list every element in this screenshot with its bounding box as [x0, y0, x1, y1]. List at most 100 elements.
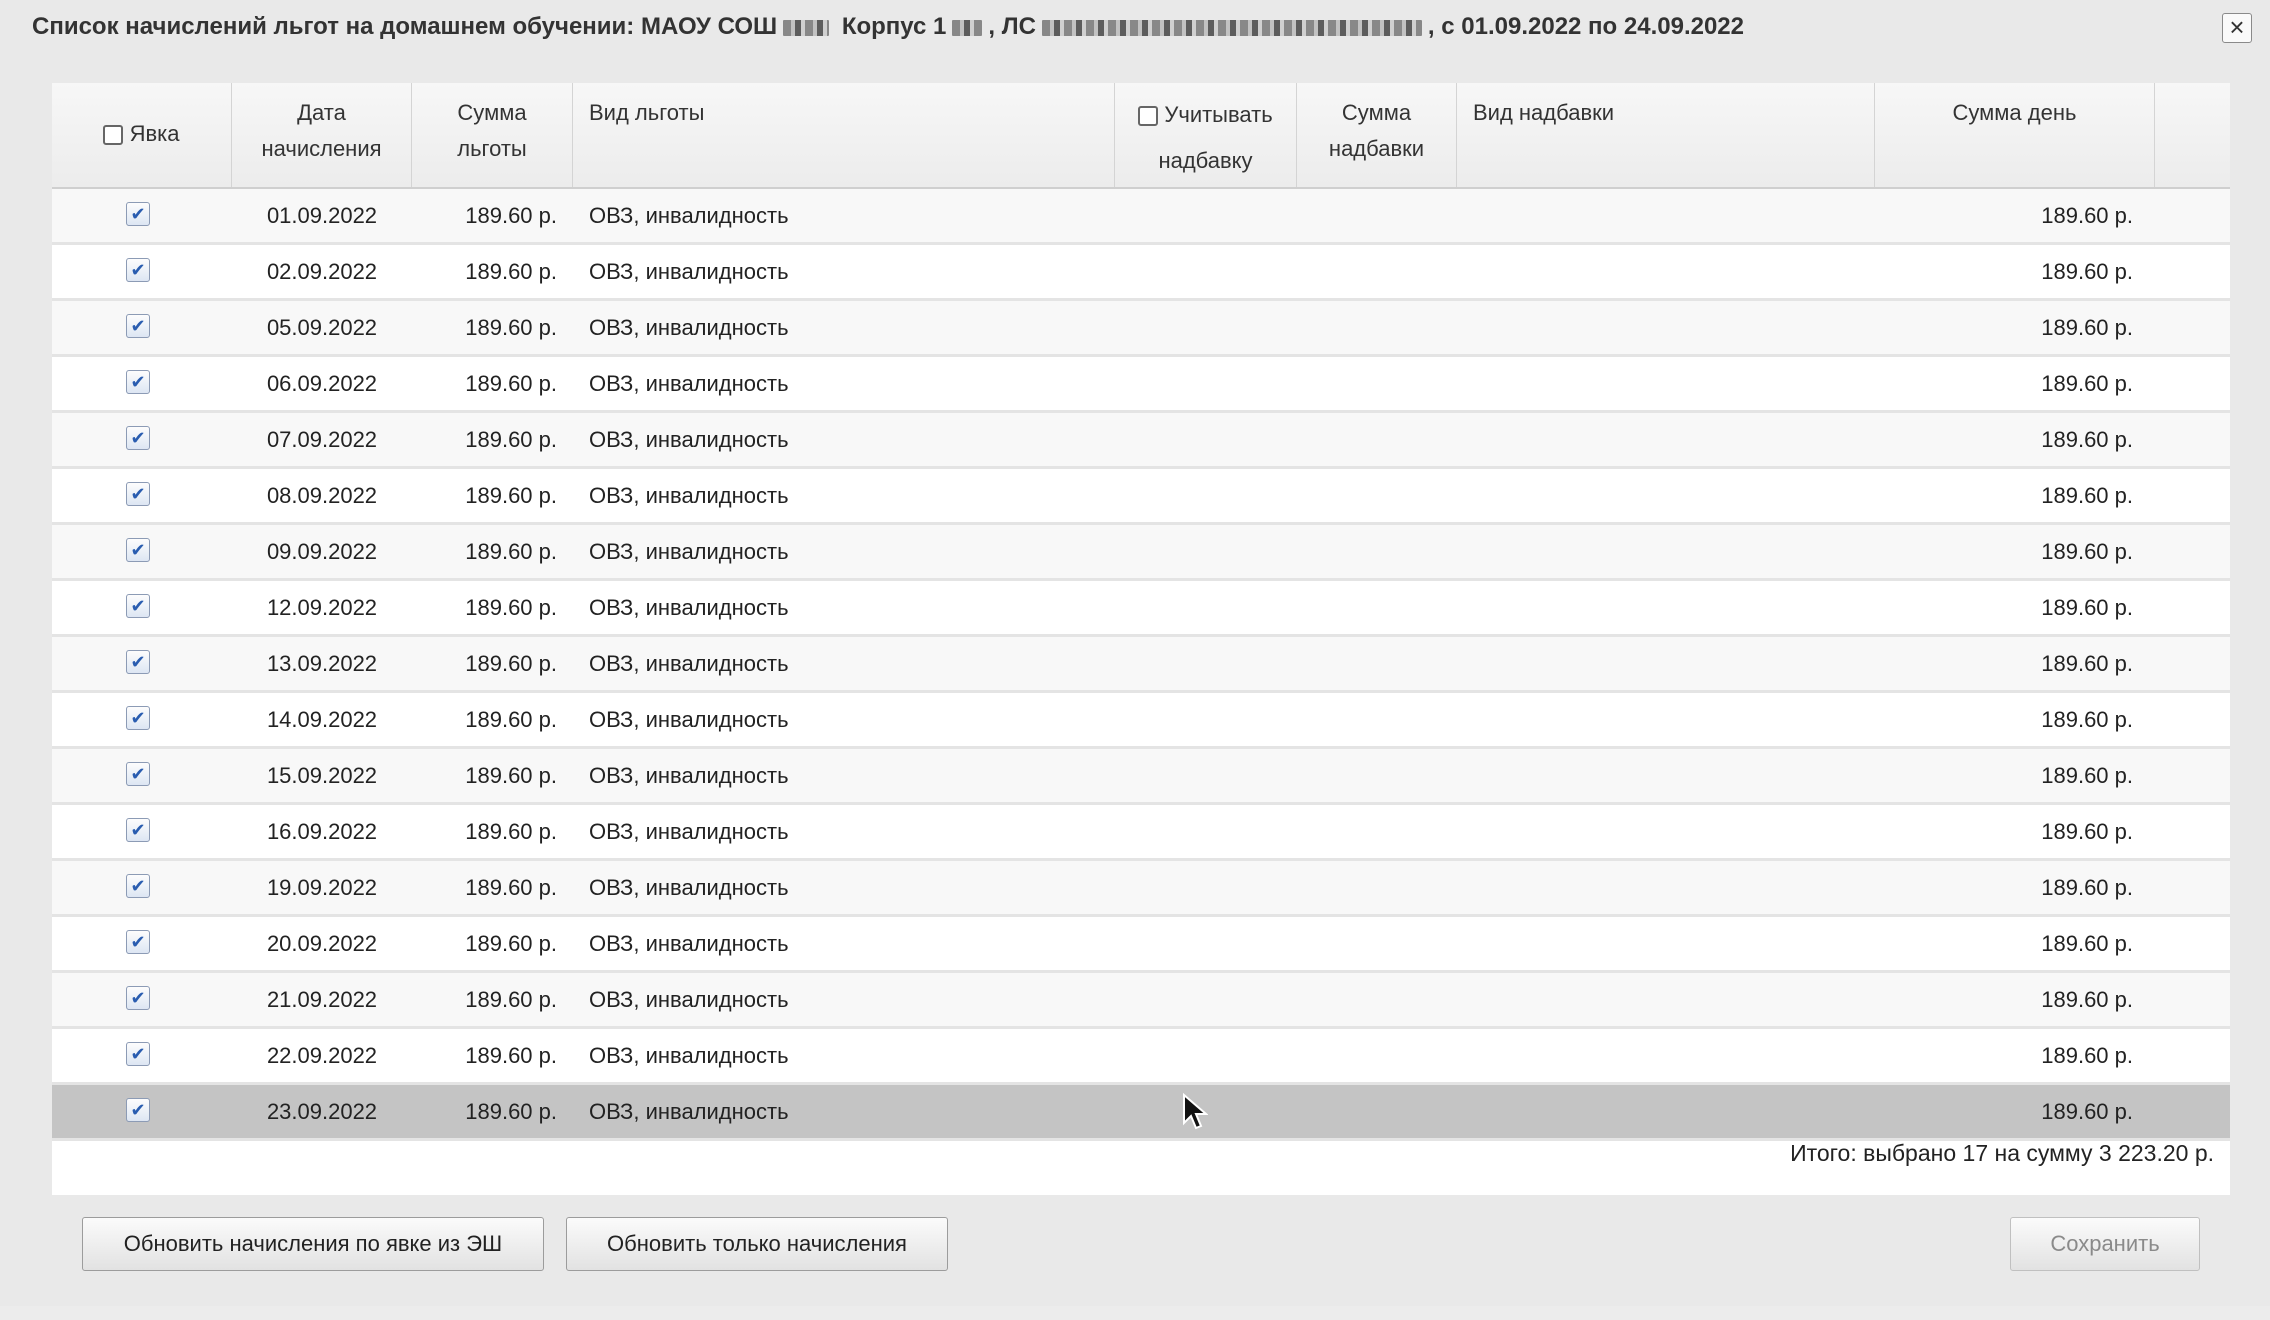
cell-day-sum: 189.60 р. — [2041, 875, 2133, 900]
attendance-checkbox[interactable]: ✔ — [126, 762, 150, 786]
table-row[interactable]: ✔ 23.09.2022 189.60 р. ОВЗ, инвалидность 189… — [52, 1085, 2230, 1141]
attendance-checkbox[interactable]: ✔ — [126, 258, 150, 282]
cell-day-sum: 189.60 р. — [2041, 819, 2133, 844]
table-row[interactable]: ✔ 13.09.2022 189.60 р. ОВЗ, инвалидность 189… — [52, 637, 2230, 693]
attendance-checkbox[interactable]: ✔ — [126, 986, 150, 1010]
table-row[interactable]: ✔ 06.09.2022 189.60 р. ОВЗ, инвалидность 189… — [52, 357, 2230, 413]
cell-date: 07.09.2022 — [266, 427, 378, 452]
column-header-benefit-type[interactable]: Вид льготы — [573, 83, 1115, 187]
cell-benefit-type: ОВЗ, инвалидность — [589, 1099, 789, 1124]
cell-day-sum: 189.60 р. — [2041, 371, 2133, 396]
attendance-checkbox[interactable]: ✔ — [126, 1098, 150, 1122]
cell-benefit-sum: 189.60 р. — [465, 1043, 557, 1068]
cell-date: 16.09.2022 — [266, 819, 378, 844]
table-row[interactable]: ✔ 15.09.2022 189.60 р. ОВЗ, инвалидность 189… — [52, 749, 2230, 805]
cell-day-sum: 189.60 р. — [2041, 595, 2133, 620]
table-row[interactable]: ✔ 05.09.2022 189.60 р. ОВЗ, инвалидность 189… — [52, 301, 2230, 357]
cell-benefit-sum: 189.60 р. — [465, 203, 557, 228]
cell-day-sum: 189.60 р. — [2041, 1043, 2133, 1068]
redacted-text — [783, 19, 830, 36]
table-row[interactable]: ✔ 21.09.2022 189.60 р. ОВЗ, инвалидность 189… — [52, 973, 2230, 1029]
cell-benefit-sum: 189.60 р. — [465, 819, 557, 844]
cell-benefit-sum: 189.60 р. — [465, 875, 557, 900]
cell-day-sum: 189.60 р. — [2041, 763, 2133, 788]
attendance-checkbox[interactable]: ✔ — [126, 930, 150, 954]
cell-benefit-sum: 189.60 р. — [465, 595, 557, 620]
total-summary: Итого: выбрано 17 на сумму 3 223.20 р. — [1790, 1140, 2214, 1166]
table-row[interactable]: ✔ 12.09.2022 189.60 р. ОВЗ, инвалидность 189… — [52, 581, 2230, 637]
close-button[interactable]: × — [2222, 13, 2252, 43]
cell-benefit-type: ОВЗ, инвалидность — [589, 371, 789, 396]
column-header-benefit-sum[interactable]: Сумма льготы — [412, 83, 573, 187]
column-benefit-sum-label-1: Сумма — [457, 100, 527, 125]
cell-day-sum: 189.60 р. — [2041, 427, 2133, 452]
column-benefit-sum-label-2: льготы — [457, 136, 527, 161]
table-row[interactable]: ✔ 20.09.2022 189.60 р. ОВЗ, инвалидность 189… — [52, 917, 2230, 973]
attendance-checkbox[interactable]: ✔ — [126, 426, 150, 450]
cell-day-sum: 189.60 р. — [2041, 1099, 2133, 1124]
cell-date: 15.09.2022 — [266, 763, 378, 788]
mouse-pointer-icon — [1183, 1093, 1208, 1130]
grid-header: Явка Дата начисления Сумма льготы Вид ль… — [52, 83, 2230, 189]
cell-day-sum: 189.60 р. — [2041, 987, 2133, 1012]
cell-benefit-sum: 189.60 р. — [465, 931, 557, 956]
attendance-checkbox[interactable]: ✔ — [126, 818, 150, 842]
cell-benefit-sum: 189.60 р. — [465, 707, 557, 732]
cell-benefit-sum: 189.60 р. — [465, 259, 557, 284]
attendance-checkbox[interactable]: ✔ — [126, 314, 150, 338]
column-date-label-1: Дата — [297, 100, 346, 125]
table-row[interactable]: ✔ 14.09.2022 189.60 р. ОВЗ, инвалидность 189… — [52, 693, 2230, 749]
dialog-header: Список начислений льгот на домашнем обуч… — [0, 0, 2270, 58]
cell-benefit-sum: 189.60 р. — [465, 315, 557, 340]
table-row[interactable]: ✔ 08.09.2022 189.60 р. ОВЗ, инвалидность 189… — [52, 469, 2230, 525]
refresh-by-attendance-button[interactable]: Обновить начисления по явке из ЭШ — [82, 1217, 544, 1271]
cell-benefit-type: ОВЗ, инвалидность — [589, 539, 789, 564]
attendance-checkbox[interactable]: ✔ — [126, 202, 150, 226]
table-row[interactable]: ✔ 16.09.2022 189.60 р. ОВЗ, инвалидность 189… — [52, 805, 2230, 861]
save-button[interactable]: Сохранить — [2010, 1217, 2200, 1271]
select-all-attendance-checkbox[interactable] — [103, 125, 124, 146]
cell-benefit-type: ОВЗ, инвалидность — [589, 203, 789, 228]
cell-benefit-type: ОВЗ, инвалидность — [589, 427, 789, 452]
column-header-date[interactable]: Дата начисления — [232, 83, 412, 187]
cell-date: 08.09.2022 — [266, 483, 378, 508]
attendance-checkbox[interactable]: ✔ — [126, 1042, 150, 1066]
table-row[interactable]: ✔ 02.09.2022 189.60 р. ОВЗ, инвалидность 189… — [52, 245, 2230, 301]
redacted-text — [952, 19, 983, 36]
attendance-checkbox[interactable]: ✔ — [126, 370, 150, 394]
cell-benefit-type: ОВЗ, инвалидность — [589, 483, 789, 508]
cell-benefit-type: ОВЗ, инвалидность — [589, 595, 789, 620]
cell-benefit-type: ОВЗ, инвалидность — [589, 259, 789, 284]
column-header-bonus-sum[interactable]: Сумма надбавки — [1297, 83, 1457, 187]
column-benefit-type-label: Вид льготы — [589, 100, 705, 125]
attendance-checkbox[interactable]: ✔ — [126, 874, 150, 898]
benefits-dialog: Список начислений льгот на домашнем обуч… — [0, 0, 2270, 1306]
attendance-checkbox[interactable]: ✔ — [126, 650, 150, 674]
cell-benefit-type: ОВЗ, инвалидность — [589, 763, 789, 788]
attendance-checkbox[interactable]: ✔ — [126, 538, 150, 562]
attendance-checkbox[interactable]: ✔ — [126, 482, 150, 506]
cell-day-sum: 189.60 р. — [2041, 315, 2133, 340]
cell-day-sum: 189.60 р. — [2041, 483, 2133, 508]
refresh-only-button[interactable]: Обновить только начисления — [566, 1217, 948, 1271]
cell-date: 06.09.2022 — [266, 371, 378, 396]
account-bonus-checkbox[interactable] — [1138, 106, 1159, 127]
cell-benefit-sum: 189.60 р. — [465, 763, 557, 788]
cell-date: 19.09.2022 — [266, 875, 378, 900]
cell-benefit-sum: 189.60 р. — [465, 371, 557, 396]
column-header-day-sum[interactable]: Сумма день — [1875, 83, 2155, 187]
cell-day-sum: 189.60 р. — [2041, 259, 2133, 284]
cell-date: 22.09.2022 — [266, 1043, 378, 1068]
table-row[interactable]: ✔ 22.09.2022 189.60 р. ОВЗ, инвалидность 189… — [52, 1029, 2230, 1085]
table-row[interactable]: ✔ 07.09.2022 189.60 р. ОВЗ, инвалидность 189… — [52, 413, 2230, 469]
table-row[interactable]: ✔ 19.09.2022 189.60 р. ОВЗ, инвалидность 189… — [52, 861, 2230, 917]
table-row[interactable]: ✔ 01.09.2022 189.60 р. ОВЗ, инвалидность 189… — [52, 189, 2230, 245]
cell-benefit-sum: 189.60 р. — [465, 651, 557, 676]
column-header-bonus-type[interactable]: Вид надбавки — [1457, 83, 1875, 187]
attendance-checkbox[interactable]: ✔ — [126, 706, 150, 730]
title-prefix: Список начислений льгот на домашнем обуч… — [32, 13, 778, 40]
cell-benefit-type: ОВЗ, инвалидность — [589, 875, 789, 900]
column-attendance-label: Явка — [129, 121, 180, 146]
table-row[interactable]: ✔ 09.09.2022 189.60 р. ОВЗ, инвалидность 189… — [52, 525, 2230, 581]
attendance-checkbox[interactable]: ✔ — [126, 594, 150, 618]
